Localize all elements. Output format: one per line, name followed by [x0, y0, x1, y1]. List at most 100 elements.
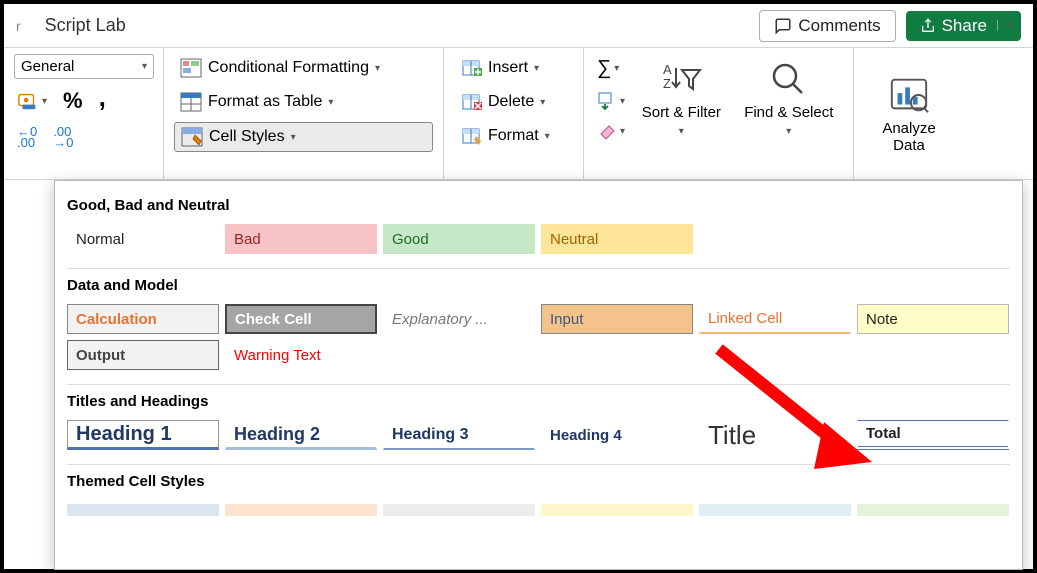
- themed-swatch-6[interactable]: [857, 504, 1009, 516]
- style-heading-4[interactable]: Heading 4: [541, 420, 693, 450]
- section-themed-cell-styles: Themed Cell Styles: [63, 465, 1014, 500]
- number-format-dropdown[interactable]: General ▾: [14, 54, 154, 79]
- editing-group: ∑ ▾ ▾ ▾ AZ Sort & Filter ▾ Find & Select…: [584, 48, 854, 179]
- chevron-down-icon: ▾: [534, 63, 539, 74]
- chevron-down-icon: ▾: [375, 63, 380, 74]
- style-note[interactable]: Note: [857, 304, 1009, 334]
- style-neutral[interactable]: Neutral: [541, 224, 693, 254]
- comma-style-button[interactable]: ,: [96, 92, 109, 110]
- sort-filter-icon: AZ: [660, 60, 702, 98]
- autosum-button[interactable]: ∑ ▾: [594, 54, 628, 83]
- cells-group: Insert ▾ Delete ▾ Format ▾: [444, 48, 584, 179]
- delete-cells-icon: [460, 92, 482, 112]
- styles-group: Conditional Formatting ▾ Format as Table…: [164, 48, 444, 179]
- sort-filter-button[interactable]: AZ Sort & Filter ▾: [632, 54, 731, 173]
- number-format-label: General: [21, 58, 74, 75]
- chevron-down-icon[interactable]: ▾: [997, 20, 1011, 31]
- increase-decimal-icon: ←0.00: [17, 126, 37, 148]
- fill-down-icon: [597, 92, 617, 110]
- style-input[interactable]: Input: [541, 304, 693, 334]
- comment-icon: [774, 17, 792, 35]
- title-bar: r Script Lab Comments Share ▾: [4, 4, 1033, 48]
- increase-decimal-button[interactable]: ←0.00: [14, 123, 40, 151]
- section-data-model: Data and Model: [63, 269, 1014, 304]
- chevron-down-icon: ▾: [614, 63, 619, 74]
- comma-icon: ,: [99, 91, 106, 103]
- sigma-icon: ∑: [597, 57, 611, 80]
- analyze-data-label: Analyze Data: [870, 120, 948, 154]
- format-cells-icon: [460, 126, 482, 146]
- chevron-down-icon: ▾: [620, 126, 625, 137]
- style-check-cell[interactable]: Check Cell: [225, 304, 377, 334]
- style-warning-text[interactable]: Warning Text: [225, 340, 377, 370]
- cell-styles-icon: [181, 127, 203, 147]
- style-total[interactable]: Total: [857, 420, 1009, 450]
- format-as-table-button[interactable]: Format as Table ▾: [174, 88, 433, 116]
- share-icon: [920, 18, 936, 34]
- themed-swatch-3[interactable]: [383, 504, 535, 516]
- analyze-group: Analyze Data: [854, 48, 964, 179]
- conditional-formatting-icon: [180, 58, 202, 78]
- style-heading-1[interactable]: Heading 1: [67, 420, 219, 450]
- decrease-decimal-icon: .00→0: [53, 126, 73, 148]
- style-heading-2[interactable]: Heading 2: [225, 420, 377, 450]
- decrease-decimal-button[interactable]: .00→0: [50, 123, 76, 151]
- style-output[interactable]: Output: [67, 340, 219, 370]
- analyze-data-button[interactable]: Analyze Data: [864, 70, 954, 158]
- delete-label: Delete: [488, 93, 534, 111]
- chevron-down-icon: ▾: [620, 96, 625, 107]
- style-good[interactable]: Good: [383, 224, 535, 254]
- section-titles-headings: Titles and Headings: [63, 385, 1014, 420]
- style-normal[interactable]: Normal: [67, 224, 219, 254]
- style-heading-3[interactable]: Heading 3: [383, 420, 535, 450]
- format-as-table-label: Format as Table: [208, 93, 322, 111]
- themed-swatch-2[interactable]: [225, 504, 377, 516]
- find-select-label: Find & Select ▾: [741, 104, 837, 138]
- percent-icon: %: [63, 88, 83, 114]
- conditional-formatting-button[interactable]: Conditional Formatting ▾: [174, 54, 433, 82]
- svg-text:Z: Z: [663, 76, 671, 91]
- format-button[interactable]: Format ▾: [454, 122, 573, 150]
- table-icon: [180, 92, 202, 112]
- insert-button[interactable]: Insert ▾: [454, 54, 573, 82]
- analyze-data-icon: [888, 75, 930, 115]
- style-calculation[interactable]: Calculation: [67, 304, 219, 334]
- themed-swatch-1[interactable]: [67, 504, 219, 516]
- clear-button[interactable]: ▾: [594, 119, 628, 143]
- svg-text:A: A: [663, 62, 672, 77]
- eraser-icon: [597, 122, 617, 140]
- chevron-down-icon: ▾: [291, 132, 296, 143]
- ribbon-tab-scriptlab[interactable]: Script Lab: [45, 15, 126, 36]
- conditional-formatting-label: Conditional Formatting: [208, 59, 369, 77]
- ribbon: General ▾ ▾ % , ←0.00 .00→0: [4, 48, 1033, 180]
- cell-styles-gallery: Good, Bad and Neutral Normal Bad Good Ne…: [54, 180, 1023, 570]
- sort-filter-label: Sort & Filter ▾: [638, 104, 725, 138]
- chevron-down-icon: ▾: [42, 96, 47, 107]
- style-title[interactable]: Title: [699, 420, 851, 450]
- fill-button[interactable]: ▾: [594, 89, 628, 113]
- number-group: General ▾ ▾ % , ←0.00 .00→0: [4, 48, 164, 179]
- chevron-down-icon: ▾: [328, 97, 333, 108]
- themed-swatch-5[interactable]: [699, 504, 851, 516]
- share-label: Share: [942, 16, 987, 36]
- comments-label: Comments: [798, 16, 880, 36]
- cell-styles-button[interactable]: Cell Styles ▾: [174, 122, 433, 152]
- search-icon: [769, 60, 809, 98]
- cell-styles-label: Cell Styles: [209, 128, 285, 146]
- percent-button[interactable]: %: [60, 85, 86, 117]
- share-button[interactable]: Share ▾: [906, 11, 1021, 41]
- insert-label: Insert: [488, 59, 528, 77]
- comments-button[interactable]: Comments: [759, 10, 895, 42]
- delete-button[interactable]: Delete ▾: [454, 88, 573, 116]
- style-explanatory[interactable]: Explanatory ...: [383, 304, 535, 334]
- accounting-format-button[interactable]: ▾: [14, 88, 50, 114]
- style-bad[interactable]: Bad: [225, 224, 377, 254]
- section-good-bad-neutral: Good, Bad and Neutral: [63, 189, 1014, 224]
- currency-icon: [17, 91, 39, 111]
- find-select-button[interactable]: Find & Select ▾: [735, 54, 843, 173]
- style-linked-cell[interactable]: Linked Cell: [699, 304, 851, 334]
- format-label: Format: [488, 127, 539, 145]
- insert-cells-icon: [460, 58, 482, 78]
- themed-swatch-4[interactable]: [541, 504, 693, 516]
- chevron-down-icon: ▾: [142, 61, 147, 72]
